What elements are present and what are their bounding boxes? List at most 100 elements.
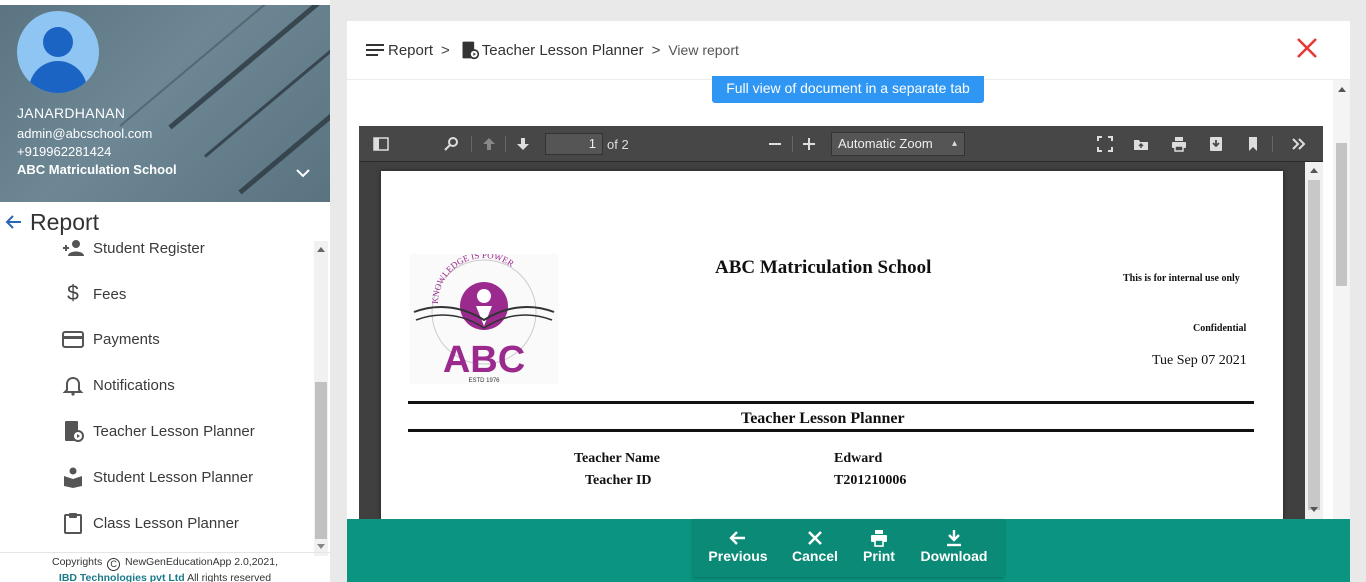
action-bar: Previous Cancel Print Download (347, 519, 1350, 582)
action-buttons: Previous Cancel Print Download (693, 519, 1004, 577)
arrow-up-icon[interactable] (478, 134, 500, 154)
sidebar-scrollbar[interactable] (314, 241, 328, 556)
clipboard-icon (60, 510, 86, 536)
breadcrumb-separator: > (441, 41, 450, 59)
sidebar-item-teacher-lesson-planner[interactable]: Teacher Lesson Planner (0, 416, 300, 446)
pdf-scrollbar[interactable] (1305, 162, 1323, 519)
credit-card-icon (60, 326, 86, 352)
add-person-icon (60, 236, 86, 261)
dollar-icon: $ (67, 282, 79, 305)
arrow-left-icon[interactable] (4, 212, 24, 232)
print-icon (871, 530, 887, 547)
pdf-viewer: 1 of 2 Automatic Zoom ▴ KNOWLEDGE IS POW… (359, 126, 1323, 519)
profile-name: JANARDHANAN (17, 105, 126, 121)
logo-estd: ESTD 1976 (468, 378, 500, 384)
copyright-icon: C (107, 558, 121, 571)
arrow-down-icon[interactable] (512, 134, 534, 154)
sidebar-item-fees[interactable]: $ Fees (0, 279, 300, 309)
sidebar-item-student-lesson-planner[interactable]: Student Lesson Planner (0, 462, 300, 492)
bookmark-icon[interactable] (1242, 134, 1264, 154)
profile-school: ABC Matriculation School (17, 162, 177, 177)
save-icon[interactable] (1205, 134, 1227, 154)
profile-panel[interactable]: JANARDHANAN admin@abcschool.com +9199622… (0, 5, 330, 202)
breadcrumb-report[interactable]: Report (388, 42, 433, 59)
report-panel: Report > Teacher Lesson Planner > View r… (347, 21, 1350, 519)
cancel-label: Cancel (792, 548, 838, 564)
download-icon (947, 530, 961, 547)
close-icon[interactable] (1295, 36, 1319, 60)
doc-teacher-id-value: T201210006 (834, 473, 907, 488)
cancel-button[interactable]: Cancel (789, 525, 841, 569)
sidebar-item-label: Payments (93, 330, 160, 348)
print-icon[interactable] (1168, 134, 1190, 154)
panel-scrollbar[interactable] (1333, 80, 1350, 519)
bell-icon (60, 372, 86, 398)
arrow-left-icon (729, 531, 745, 545)
sidebar-item-student-register[interactable]: Student Register (0, 236, 300, 263)
print-label: Print (863, 548, 895, 564)
doc-teacher-name-value: Edward (834, 451, 883, 466)
school-logo: KNOWLEDGE IS POWER ABC ESTD 1976 (410, 254, 558, 384)
print-button[interactable]: Print (859, 525, 899, 569)
doc-teacher-name-label: Teacher Name (574, 451, 660, 466)
copyright-app: NewGenEducationApp 2.0,2021, (125, 556, 278, 568)
breadcrumb-separator: > (651, 41, 661, 59)
company-link[interactable]: IBD Technologies pvt Ltd (59, 572, 185, 582)
sidebar-item-label: Fees (93, 285, 127, 303)
sidebar-item-label: Student Lesson Planner (93, 468, 254, 486)
sidebar-item-label: Notifications (93, 376, 175, 394)
sidebar-item-label: Student Register (93, 239, 205, 257)
previous-label: Previous (708, 548, 768, 564)
sidebar-item-notifications[interactable]: Notifications (0, 370, 300, 400)
sidebar-item-label: Class Lesson Planner (93, 514, 239, 532)
sidebar-toggle-icon[interactable] (370, 134, 392, 154)
sidebar-item-payments[interactable]: Payments (0, 324, 300, 354)
doc-rule-top (408, 401, 1254, 404)
doc-internal-note: This is for internal use only (1123, 273, 1240, 284)
sidebar-item-label: Teacher Lesson Planner (93, 422, 255, 440)
pdf-page: KNOWLEDGE IS POWER ABC ESTD 1976 ABC Mat… (381, 171, 1283, 519)
previous-button[interactable]: Previous (708, 525, 768, 569)
menu-lines-icon (366, 44, 384, 56)
doc-confidential: Confidential (1193, 323, 1247, 334)
page-number-input[interactable]: 1 (545, 133, 603, 155)
zoom-select[interactable]: Automatic Zoom ▴ (831, 132, 965, 156)
zoom-value: Automatic Zoom (838, 136, 933, 151)
select-arrows-icon: ▴ (951, 138, 957, 149)
presentation-mode-icon[interactable] (1094, 134, 1116, 154)
profile-email: admin@abcschool.com (17, 126, 153, 141)
search-icon[interactable] (441, 134, 463, 154)
zoom-out-icon[interactable] (764, 134, 786, 154)
breadcrumb: Report > Teacher Lesson Planner > View r… (365, 40, 739, 60)
full-view-button[interactable]: Full view of document in a separate tab (712, 76, 984, 103)
breadcrumb-current: View report (668, 42, 739, 58)
teacher-planner-icon (60, 418, 86, 444)
teacher-planner-icon (462, 41, 479, 60)
copyright-footer: Copyrights C NewGenEducationApp 2.0,2021… (0, 552, 330, 582)
more-tools-icon[interactable] (1288, 134, 1310, 154)
breadcrumb-teacher-lesson-planner[interactable]: Teacher Lesson Planner (482, 42, 644, 59)
sidebar: JANARDHANAN admin@abcschool.com +9199622… (0, 0, 330, 582)
doc-school-name: ABC Matriculation School (715, 257, 932, 278)
breadcrumb-bar: Report > Teacher Lesson Planner > View r… (347, 21, 1350, 80)
doc-teacher-id-label: Teacher ID (585, 473, 652, 488)
rights-text: All rights reserved (187, 572, 272, 582)
close-icon (808, 531, 822, 545)
sidebar-item-class-lesson-planner[interactable]: Class Lesson Planner (0, 508, 300, 538)
page-total: of 2 (607, 137, 629, 152)
chevron-down-icon[interactable] (295, 165, 311, 181)
download-button[interactable]: Download (919, 525, 989, 569)
copyright-prefix: Copyrights (52, 556, 103, 568)
report-back-header[interactable]: Report (4, 209, 99, 235)
doc-rule-bottom (408, 429, 1254, 432)
zoom-in-icon[interactable] (798, 134, 820, 154)
sidebar-menu: Student Register $ Fees Payments Notific… (0, 236, 314, 548)
sidebar-section-title: Report (30, 208, 100, 235)
avatar (17, 11, 99, 93)
profile-phone: +919962281424 (17, 144, 112, 159)
logo-letters: ABC (443, 339, 525, 381)
download-label: Download (920, 548, 988, 564)
doc-title: Teacher Lesson Planner (741, 410, 905, 427)
open-file-icon[interactable] (1130, 134, 1152, 154)
pdf-toolbar: 1 of 2 Automatic Zoom ▴ (359, 126, 1323, 162)
